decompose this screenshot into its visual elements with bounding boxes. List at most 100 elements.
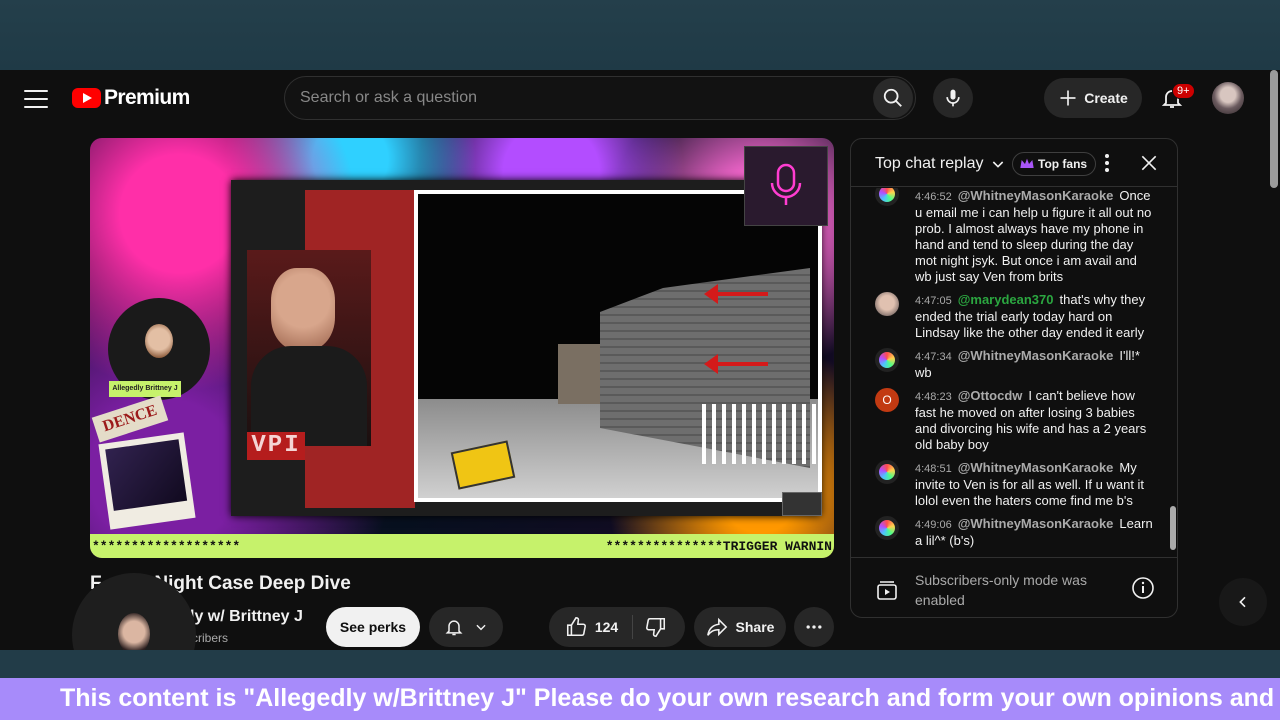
ticker-right: ***************TRIGGER WARNIN	[605, 538, 832, 554]
notification-settings-button[interactable]	[429, 607, 503, 647]
chat-timestamp: 4:47:34	[915, 351, 952, 363]
top-fans-chip[interactable]: Top fans	[1012, 152, 1097, 176]
chat-message-list[interactable]: 4:46:52 @WhitneyMasonKaraoke Once u email …	[851, 188, 1167, 556]
notifications-button[interactable]: 9+	[1152, 78, 1195, 118]
share-label: Share	[735, 619, 775, 635]
info-button[interactable]	[1131, 576, 1155, 605]
chat-message: 4:47:05 @marydean370 that's why they ended…	[875, 292, 1155, 341]
close-icon	[1141, 155, 1157, 171]
plus-icon	[1060, 90, 1076, 106]
chat-author-avatar[interactable]	[875, 348, 899, 372]
chat-message-body: 4:49:06 @WhitneyMasonKaraoke Learn a lil^*…	[915, 516, 1155, 549]
chat-author[interactable]: @WhitneyMasonKaraoke	[958, 348, 1114, 363]
floating-face	[118, 613, 150, 655]
see-perks-button[interactable]: See perks	[326, 607, 420, 647]
chat-mode-dropdown[interactable]: Top chat replay	[875, 155, 1006, 173]
crown-icon	[1020, 158, 1034, 168]
house-evidence-photo	[414, 190, 822, 502]
menu-icon[interactable]	[24, 90, 48, 108]
chat-mode-label: Top chat replay	[875, 155, 984, 172]
microphone-icon	[946, 89, 960, 107]
host-camera	[247, 250, 371, 446]
chat-message-body: 4:48:23 @Ottocdw I can't believe how fast …	[915, 388, 1155, 453]
search-box	[284, 76, 916, 120]
desktop-band	[0, 650, 1280, 678]
chat-author[interactable]: @Ottocdw	[958, 388, 1023, 403]
podcast-logo	[744, 146, 828, 226]
host-head	[271, 268, 335, 350]
create-label: Create	[1084, 90, 1128, 106]
chat-author-avatar[interactable]	[875, 188, 899, 206]
thumbs-down-icon	[646, 617, 666, 637]
create-button[interactable]: Create	[1044, 78, 1142, 118]
like-count: 124	[594, 619, 619, 635]
share-icon	[706, 617, 727, 637]
account-avatar[interactable]	[1212, 82, 1244, 114]
banner-text: This content is "Allegedly w/Brittney J"…	[60, 684, 1280, 712]
logo-text: Premium	[104, 86, 190, 109]
video-player[interactable]: Allegedly Brittney J DENCE VPI *********…	[90, 138, 834, 558]
chat-timestamp: 4:46:52	[915, 191, 952, 203]
chat-timestamp: 4:49:06	[915, 519, 952, 531]
watermark-icon	[782, 492, 822, 516]
youtube-logo[interactable]: Premium	[72, 86, 190, 110]
close-chat-button[interactable]	[1139, 153, 1159, 178]
more-horizontal-icon	[806, 625, 822, 629]
chat-message: 4:49:06 @WhitneyMasonKaraoke Learn a lil^*…	[875, 516, 1155, 549]
polaroid-photo	[98, 432, 196, 530]
chat-timestamp: 4:48:51	[915, 463, 952, 475]
bell-icon	[445, 620, 463, 636]
chat-scrollbar-thumb[interactable]	[1170, 506, 1176, 550]
host-body	[251, 346, 367, 446]
red-arrow-icon	[704, 284, 768, 304]
chat-author-avatar[interactable]	[875, 460, 899, 484]
like-dislike-group: 124	[549, 607, 685, 647]
like-button[interactable]: 124	[555, 615, 634, 639]
ticker-bar: ******************* ***************TRIGG…	[90, 534, 834, 558]
chat-scrollbar[interactable]	[1169, 188, 1177, 556]
side-panel-toggle[interactable]	[1219, 578, 1267, 626]
desktop-top-band	[0, 0, 1280, 70]
search-icon	[883, 88, 902, 107]
channel-name[interactable]: ly w/ Brittney J	[190, 608, 303, 626]
chat-author[interactable]: @WhitneyMasonKaraoke	[958, 460, 1114, 475]
chat-author[interactable]: @marydean370	[958, 292, 1054, 307]
red-arrow-icon	[704, 354, 768, 374]
youtube-play-icon	[72, 88, 101, 108]
chat-author-avatar[interactable]: O	[875, 388, 899, 412]
dislike-button[interactable]	[633, 616, 679, 638]
page-scrollbar-thumb[interactable]	[1270, 70, 1278, 188]
podcast-mic-icon	[770, 163, 802, 205]
chevron-left-icon	[1239, 596, 1246, 608]
chat-author-avatar[interactable]	[875, 292, 899, 316]
chat-message-body: 4:47:34 @WhitneyMasonKaraoke I'll!* wb	[915, 348, 1155, 381]
chat-menu-icon[interactable]	[1105, 154, 1109, 172]
search-button[interactable]	[873, 78, 913, 118]
see-perks-label: See perks	[339, 619, 407, 635]
chat-timestamp: 4:48:23	[915, 391, 952, 403]
chevron-down-icon	[476, 624, 486, 631]
live-chat-panel: Top chat replay Top fans 4:46:52 @Whitney…	[850, 138, 1178, 618]
ticker-left: *******************	[92, 538, 241, 554]
chat-footer: Subscribers-only mode was enabled	[851, 557, 1177, 617]
scrolling-banner: This content is "Allegedly w/Brittney J"…	[0, 678, 1280, 720]
picket-fence	[702, 404, 818, 464]
more-actions-button[interactable]	[794, 607, 834, 647]
search-input[interactable]	[285, 89, 873, 107]
chat-header: Top chat replay Top fans	[851, 139, 1177, 187]
page-scrollbar[interactable]	[1268, 70, 1280, 650]
chat-author[interactable]: @WhitneyMasonKaraoke	[958, 516, 1114, 531]
guest-face	[145, 324, 173, 358]
share-button[interactable]: Share	[694, 607, 786, 647]
thumbs-up-icon	[566, 617, 586, 637]
chat-message-body: 4:47:05 @marydean370 that's why they ended…	[915, 292, 1155, 341]
chevron-down-icon	[992, 161, 1003, 168]
info-icon	[1132, 577, 1154, 599]
chat-message-body: 4:48:51 @WhitneyMasonKaraoke My invite to …	[915, 460, 1155, 509]
voice-search-button[interactable]	[933, 78, 973, 118]
subscribers-mode-icon	[875, 578, 899, 607]
chat-timestamp: 4:47:05	[915, 295, 952, 307]
chat-message: 4:47:34 @WhitneyMasonKaraoke I'll!* wb	[875, 348, 1155, 381]
chat-author[interactable]: @WhitneyMasonKaraoke	[958, 188, 1114, 203]
chat-author-avatar[interactable]	[875, 516, 899, 540]
